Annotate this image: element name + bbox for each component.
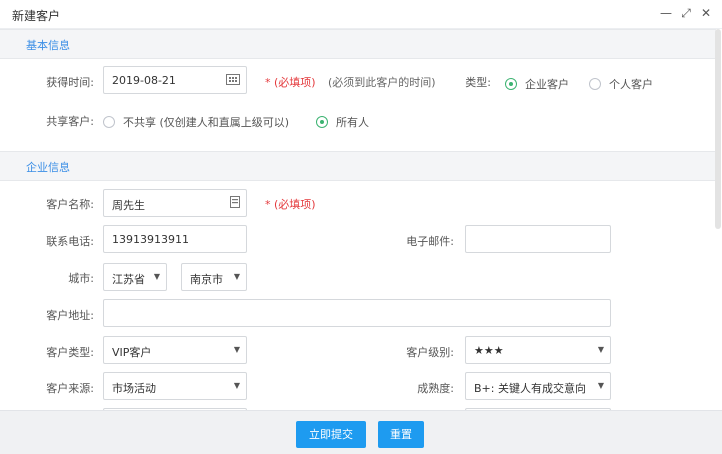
section-basic-info: 基本信息 [0,29,716,59]
customer-name-label: 客户名称: [46,198,94,211]
vertical-scrollbar[interactable] [715,29,721,229]
submit-button[interactable]: 立即提交 [296,421,366,448]
dialog-titlebar: 新建客户 — ⤢ ✕ [0,0,722,29]
close-icon[interactable]: ✕ [700,6,712,20]
window-controls: — ⤢ ✕ [660,6,712,20]
chevron-down-icon: ▼ [233,272,240,281]
share-label: 共享客户: [46,115,94,128]
acquire-time-input[interactable]: 2019-08-21 [103,66,247,94]
customer-name-input[interactable]: 周先生 [103,189,247,217]
acquire-time-required: * (必填项) [265,76,316,89]
customer-level-label: 客户级别: [406,346,454,359]
province-select[interactable]: 江苏省 ▼ [103,263,167,291]
chevron-down-icon: ▼ [597,381,604,390]
share-option-all[interactable]: 所有人 [316,114,369,130]
maturity-label: 成熟度: [417,382,454,395]
radio-checked-icon [316,116,328,128]
city-select[interactable]: 南京市 ▼ [181,263,247,291]
type-label: 类型: [465,76,491,89]
share-option-label: 不共享 (仅创建人和直属上级可以) [123,116,290,129]
email-input[interactable] [465,225,611,253]
customer-source-label: 客户来源: [46,382,94,395]
province-value: 江苏省 [112,273,145,286]
phone-input[interactable]: 13913913911 [103,225,247,253]
minimize-icon[interactable]: — [660,6,672,20]
dialog-title: 新建客户 [12,9,61,23]
customer-name-required: * (必填项) [265,198,316,211]
customer-type-label: 客户类型: [46,346,94,359]
share-option-label: 所有人 [336,116,369,129]
phone-value: 13913913911 [112,233,189,246]
type-option-label: 个人客户 [609,78,653,91]
acquire-time-hint: (必须到此客户的时间) [328,76,436,89]
calendar-icon[interactable] [226,73,240,88]
type-option-enterprise[interactable]: 企业客户 [505,76,569,92]
customer-name-value: 周先生 [112,199,145,212]
section-basic-title: 基本信息 [26,39,70,52]
customer-type-select[interactable]: VIP客户 ▼ [103,336,247,364]
chevron-down-icon: ▼ [233,345,240,354]
dialog-footer: 立即提交 重置 [0,410,722,454]
address-input[interactable] [103,299,611,327]
contact-card-icon[interactable] [230,196,240,211]
customer-source-value: 市场活动 [112,382,156,395]
address-label: 客户地址: [46,309,94,322]
radio-checked-icon [505,78,517,90]
acquire-time-label: 获得时间: [46,76,94,89]
section-company-info: 企业信息 [0,151,716,181]
city-value: 南京市 [190,273,223,286]
customer-level-value: ★★★ [474,344,504,357]
reset-button[interactable]: 重置 [378,421,424,448]
email-label: 电子邮件: [406,235,454,248]
maturity-value: B+: 关键人有成交意向 [474,382,586,395]
type-option-label: 企业客户 [525,78,569,91]
chevron-down-icon: ▼ [153,272,160,281]
phone-label: 联系电话: [46,235,94,248]
customer-source-select[interactable]: 市场活动 ▼ [103,372,247,400]
form-scroll-area[interactable]: 基本信息 获得时间: 2019-08-21 * (必填项) (必须到此客户的时间… [0,29,722,410]
share-option-none[interactable]: 不共享 (仅创建人和直属上级可以) [103,114,289,130]
chevron-down-icon: ▼ [597,345,604,354]
maximize-icon[interactable]: ⤢ [680,6,692,20]
section-company-title: 企业信息 [26,161,70,174]
type-option-personal[interactable]: 个人客户 [589,76,653,92]
acquire-time-value: 2019-08-21 [112,74,176,87]
radio-unchecked-icon [103,116,115,128]
maturity-select[interactable]: B+: 关键人有成交意向 ▼ [465,372,611,400]
chevron-down-icon: ▼ [233,381,240,390]
customer-level-select[interactable]: ★★★ ▼ [465,336,611,364]
city-label: 城市: [68,272,94,285]
radio-unchecked-icon [589,78,601,90]
customer-type-value: VIP客户 [112,346,152,359]
